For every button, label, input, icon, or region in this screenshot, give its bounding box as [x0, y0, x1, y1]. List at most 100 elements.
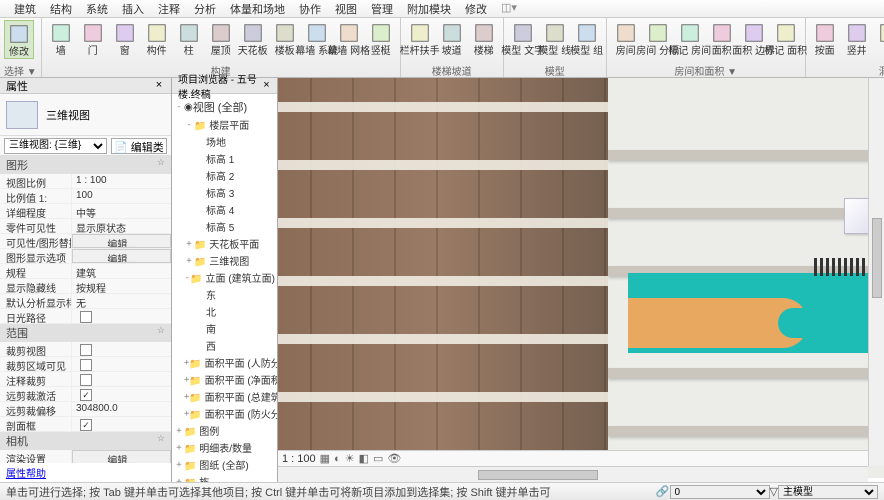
prop-category[interactable]: 范围☆ [0, 324, 171, 342]
window-button[interactable]: 窗 [110, 20, 140, 57]
tree-node[interactable]: 北 [172, 303, 277, 320]
type-selector[interactable]: 三维视图 [0, 94, 171, 136]
prop-value[interactable]: 1 : 100 [72, 174, 171, 188]
prop-row[interactable]: 零件可见性显示原状态 [0, 219, 171, 234]
prop-edit-button[interactable]: 编辑... [72, 234, 171, 248]
browser-close-icon[interactable]: × [262, 80, 271, 92]
wall-button[interactable]: 墙 [46, 20, 76, 57]
h-scrollbar[interactable] [278, 466, 868, 482]
tree-node[interactable]: +📁 面积平面 (防火分区面积) [172, 405, 277, 422]
menu-modify[interactable]: 修改 [459, 0, 493, 17]
filter-icon[interactable]: ▽ [770, 485, 778, 498]
reveal-icon[interactable]: 👁 [387, 452, 401, 465]
tree-node[interactable]: 东 [172, 286, 277, 303]
prop-row[interactable]: 规程建筑 [0, 264, 171, 279]
detail-level-icon[interactable]: ▦ [320, 452, 330, 465]
visual-style-icon[interactable]: ◐ [334, 453, 341, 465]
prop-row[interactable]: 视图比例1 : 100 [0, 174, 171, 189]
mullion-button[interactable]: 竖梃 [366, 20, 396, 57]
prop-row[interactable]: 远剪裁激活 [0, 387, 171, 402]
prop-value[interactable]: 无 [72, 294, 171, 308]
prop-row[interactable]: 注释裁剪 [0, 372, 171, 387]
tree-node[interactable]: +📁 面积平面 (净面积) [172, 371, 277, 388]
tree-node[interactable]: -📁 楼层平面 [172, 116, 277, 133]
tree-node[interactable]: +📁 图例 [172, 422, 277, 439]
workset-select[interactable]: 0 [670, 485, 770, 499]
properties-close-icon[interactable]: × [153, 80, 165, 92]
curtain-grid-button[interactable]: 幕墙 网格 [334, 20, 364, 57]
h-scroll-thumb[interactable] [478, 470, 598, 480]
prop-checkbox[interactable] [80, 374, 92, 386]
prop-value[interactable]: 100 [72, 189, 171, 203]
view-scale[interactable]: 1 : 100 [282, 453, 316, 465]
model-group-button[interactable]: 模型 组 [572, 20, 602, 57]
prop-row[interactable]: 远剪裁偏移304800.0 [0, 402, 171, 417]
roof-button[interactable]: 屋顶 [206, 20, 236, 57]
tag-room-button[interactable]: 标记 房间 [675, 20, 705, 57]
prop-value[interactable]: 中等 [72, 204, 171, 218]
menu-view[interactable]: 视图 [329, 0, 363, 17]
prop-value[interactable]: 显示原状态 [72, 219, 171, 233]
prop-row[interactable]: 剖面框 [0, 417, 171, 432]
tree-node[interactable]: 场地 [172, 133, 277, 150]
sun-path-icon[interactable]: ☀ [345, 452, 355, 465]
tree-node[interactable]: +📁 面积平面 (人防分区面积) [172, 354, 277, 371]
properties-help-link[interactable]: 属性帮助 [0, 463, 171, 482]
menu-sys[interactable]: 系统 [80, 0, 114, 17]
v-scrollbar[interactable] [868, 78, 884, 466]
by-face-button[interactable]: 按面 [810, 20, 840, 57]
v-scroll-thumb[interactable] [872, 218, 882, 298]
prop-edit-button[interactable]: 编辑... [72, 249, 171, 263]
prop-checkbox[interactable] [80, 311, 92, 323]
tag-area-button[interactable]: 标记 面积 [771, 20, 801, 57]
tree-node[interactable]: -📁 立面 (建筑立面) [172, 269, 277, 286]
railing-button[interactable]: 栏杆扶手 [405, 20, 435, 57]
column-button[interactable]: 柱 [174, 20, 204, 57]
shadows-icon[interactable]: ◧ [359, 452, 369, 465]
tree-node[interactable]: +📁 三维视图 [172, 252, 277, 269]
tree-node[interactable]: 西 [172, 337, 277, 354]
prop-row[interactable]: 可见性/图形替换编辑... [0, 234, 171, 249]
tree-node[interactable]: 标高 4 [172, 201, 277, 218]
prop-row[interactable]: 渲染设置编辑... [0, 450, 171, 463]
tree-node[interactable]: 标高 2 [172, 167, 277, 184]
menu-manage[interactable]: 管理 [365, 0, 399, 17]
prop-value[interactable]: 建筑 [72, 264, 171, 278]
ramp-button[interactable]: 坡道 [437, 20, 467, 57]
tree-node[interactable]: 标高 1 [172, 150, 277, 167]
prop-checkbox[interactable] [80, 419, 92, 431]
design-option-select[interactable]: 主模型 [778, 485, 878, 499]
crop-icon[interactable]: ▭ [373, 452, 383, 465]
tree-node[interactable]: 标高 3 [172, 184, 277, 201]
model-text-button[interactable]: 模型 文字 [508, 20, 538, 57]
tree-node[interactable]: 南 [172, 320, 277, 337]
ceiling-button[interactable]: 天花板 [238, 20, 268, 57]
prop-row[interactable]: 默认分析显示样式无 [0, 294, 171, 309]
prop-category[interactable]: 图形☆ [0, 156, 171, 174]
prop-checkbox[interactable] [80, 359, 92, 371]
menu-annot[interactable]: 注释 [152, 0, 186, 17]
stair-button[interactable]: 楼梯 [469, 20, 499, 57]
tree-root[interactable]: -◉ 视图 (全部) [172, 98, 277, 116]
menu-arch[interactable]: 建筑 [8, 0, 42, 17]
workset-icon[interactable]: 🔗 [656, 485, 670, 498]
prop-category[interactable]: 相机☆ [0, 432, 171, 450]
shaft-button[interactable]: 竖井 [842, 20, 872, 57]
prop-row[interactable]: 裁剪区域可见 [0, 357, 171, 372]
prop-row[interactable]: 详细程度中等 [0, 204, 171, 219]
menu-insert[interactable]: 插入 [116, 0, 150, 17]
prop-edit-button[interactable]: 编辑... [72, 450, 171, 463]
tree-node[interactable]: +📁 明细表/数量 [172, 439, 277, 456]
tree-node[interactable]: +📁 图纸 (全部) [172, 456, 277, 473]
instance-filter[interactable]: 三维视图: {三维} [4, 138, 107, 154]
prop-row[interactable]: 裁剪视图 [0, 342, 171, 357]
menu-addin[interactable]: 附加模块 [401, 0, 457, 17]
prop-row[interactable]: 日光路径 [0, 309, 171, 324]
menu-analysis[interactable]: 分析 [188, 0, 222, 17]
modify-button[interactable]: 修改 [4, 20, 34, 59]
wall-open-button[interactable]: 墙 [874, 20, 884, 57]
prop-value[interactable]: 按规程 [72, 279, 171, 293]
tree-node[interactable]: +📁 族 [172, 473, 277, 482]
prop-row[interactable]: 比例值 1:100 [0, 189, 171, 204]
model-line-button[interactable]: 模型 线 [540, 20, 570, 57]
